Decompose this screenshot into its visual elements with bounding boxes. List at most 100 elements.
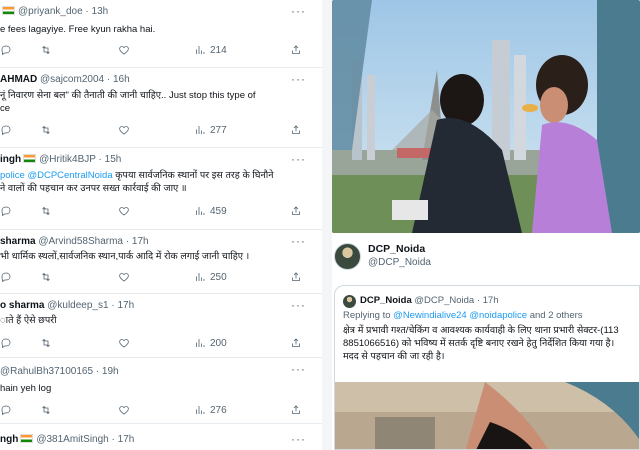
more-icon[interactable]: ··· (291, 152, 306, 166)
tweet-time[interactable]: · 13h (85, 6, 108, 17)
views-icon (196, 406, 205, 414)
views-button[interactable]: 459 (194, 205, 227, 217)
tweet-handle[interactable]: @Hritik4BJP (39, 154, 96, 165)
reply-button[interactable] (0, 44, 12, 56)
retweet-button[interactable] (40, 271, 52, 283)
share-icon (292, 272, 300, 281)
quoted-tweet[interactable]: DCP_Noida @DCP_Noida · 17h Replying to @… (334, 285, 640, 450)
reply-button[interactable] (0, 205, 12, 217)
reply-button[interactable] (0, 271, 12, 283)
quoted-author-name[interactable]: DCP_Noida (360, 295, 412, 306)
tweet-time[interactable]: · 17h (126, 236, 149, 247)
tweet-author-name[interactable]: AHMAD (0, 74, 37, 85)
reply-tweet[interactable]: @RahulBh37100165 · 19h ··· hain yeh log … (0, 358, 322, 424)
tweet-author-name[interactable]: sharma (0, 236, 36, 247)
heart-icon (119, 406, 129, 415)
quoted-photo[interactable] (335, 382, 639, 449)
tweet-author-name[interactable]: o sharma (0, 300, 44, 311)
reply-icon (1, 272, 11, 283)
views-icon (196, 207, 205, 215)
tweet-handle[interactable]: @kuldeep_s1 (47, 300, 108, 311)
reply-button[interactable] (0, 404, 12, 416)
share-icon (292, 338, 300, 347)
reply-tweet[interactable]: o sharma @kuldeep_s1 · 17h ··· ाते हैं ऐ… (0, 294, 322, 358)
tweet-time[interactable]: · 16h (107, 74, 130, 85)
replying-to: Replying to @Newindialive24 @noidapolice… (343, 310, 583, 321)
author-handle[interactable]: @DCP_Noida (368, 257, 431, 268)
retweet-button[interactable] (40, 124, 52, 136)
views-button[interactable]: 277 (194, 124, 227, 136)
tweet-text: hain yeh log (0, 383, 52, 394)
retweet-button[interactable] (40, 337, 52, 349)
avatar[interactable] (343, 295, 356, 308)
like-button[interactable] (118, 271, 130, 283)
tweet-time[interactable]: · 17h (111, 300, 134, 311)
like-button[interactable] (118, 337, 130, 349)
views-button[interactable]: 214 (194, 44, 227, 56)
views-count: 459 (210, 205, 227, 217)
tweet-time[interactable]: · 19h (96, 366, 119, 377)
share-button[interactable] (290, 404, 302, 416)
reply-tweet[interactable]: ngh @381AmitSingh · 17h ··· (0, 424, 322, 450)
post-photo[interactable] (332, 0, 640, 233)
like-button[interactable] (118, 44, 130, 56)
views-count: 277 (210, 124, 227, 136)
views-count: 250 (210, 271, 227, 283)
share-button[interactable] (290, 44, 302, 56)
share-icon (292, 206, 300, 215)
quoted-author-handle[interactable]: @DCP_Noida (414, 295, 474, 306)
quoted-tweet-text: क्षेत्र में प्रभावी गश्त/चेकिंग व आवश्यक… (343, 325, 619, 362)
retweet-icon (42, 338, 50, 348)
tweet-handle[interactable]: @RahulBh37100165 (0, 366, 93, 377)
retweet-button[interactable] (40, 404, 52, 416)
post-author[interactable]: DCP_Noida @DCP_Noida (332, 233, 640, 278)
replying-to-links[interactable]: @Newindialive24 @noidapolice (393, 310, 527, 321)
retweet-button[interactable] (40, 205, 52, 217)
tweet-actions: 276 (0, 404, 322, 418)
author-name[interactable]: DCP_Noida (368, 243, 425, 255)
like-button[interactable] (118, 124, 130, 136)
quoted-tweet-header: DCP_Noida @DCP_Noida · 17h (360, 295, 498, 306)
more-icon[interactable]: ··· (291, 298, 306, 312)
views-button[interactable]: 200 (194, 337, 227, 349)
quoted-time[interactable]: · 17h (477, 295, 499, 306)
retweet-icon (42, 206, 50, 216)
reply-icon (1, 125, 11, 136)
more-icon[interactable]: ··· (291, 4, 306, 18)
more-icon[interactable]: ··· (291, 72, 306, 86)
tweet-actions: 250 (0, 271, 322, 285)
tweet-time[interactable]: · 17h (112, 434, 135, 445)
reply-button[interactable] (0, 337, 12, 349)
like-button[interactable] (118, 404, 130, 416)
views-button[interactable]: 250 (194, 271, 227, 283)
tweet-author-name[interactable]: ngh (0, 434, 18, 445)
heart-icon (119, 273, 129, 282)
reply-icon (1, 338, 11, 349)
share-button[interactable] (290, 124, 302, 136)
more-icon[interactable]: ··· (291, 234, 306, 248)
reply-button[interactable] (0, 124, 12, 136)
mention-link[interactable]: police @DCPCentralNoida (0, 170, 113, 181)
heart-icon (119, 126, 129, 135)
more-icon[interactable]: ··· (291, 362, 306, 376)
share-button[interactable] (290, 271, 302, 283)
tweet-author-name[interactable]: ingh (0, 154, 21, 165)
reply-tweet[interactable]: @priyank_doe · 13h ··· e fees lagayiye. … (0, 0, 322, 68)
tweet-handle[interactable]: @Arvind58Sharma (38, 236, 123, 247)
retweet-button[interactable] (40, 44, 52, 56)
views-button[interactable]: 276 (194, 404, 227, 416)
reply-thread: @priyank_doe · 13h ··· e fees lagayiye. … (0, 0, 322, 450)
tweet-handle[interactable]: @sajcom2004 (40, 74, 104, 85)
tweet-time[interactable]: · 15h (99, 154, 122, 165)
more-icon[interactable]: ··· (291, 432, 306, 446)
views-icon (196, 46, 205, 54)
share-button[interactable] (290, 337, 302, 349)
reply-tweet[interactable]: sharma @Arvind58Sharma · 17h ··· भी धार्… (0, 230, 322, 294)
share-button[interactable] (290, 205, 302, 217)
tweet-handle[interactable]: @381AmitSingh (36, 434, 108, 445)
tweet-handle[interactable]: @priyank_doe (18, 6, 83, 17)
reply-tweet[interactable]: AHMAD @sajcom2004 · 16h ··· नूं निवारण स… (0, 68, 322, 148)
avatar[interactable] (334, 243, 361, 270)
like-button[interactable] (118, 205, 130, 217)
reply-tweet[interactable]: ingh @Hritik4BJP · 15h ··· police @DCPCen… (0, 148, 322, 230)
